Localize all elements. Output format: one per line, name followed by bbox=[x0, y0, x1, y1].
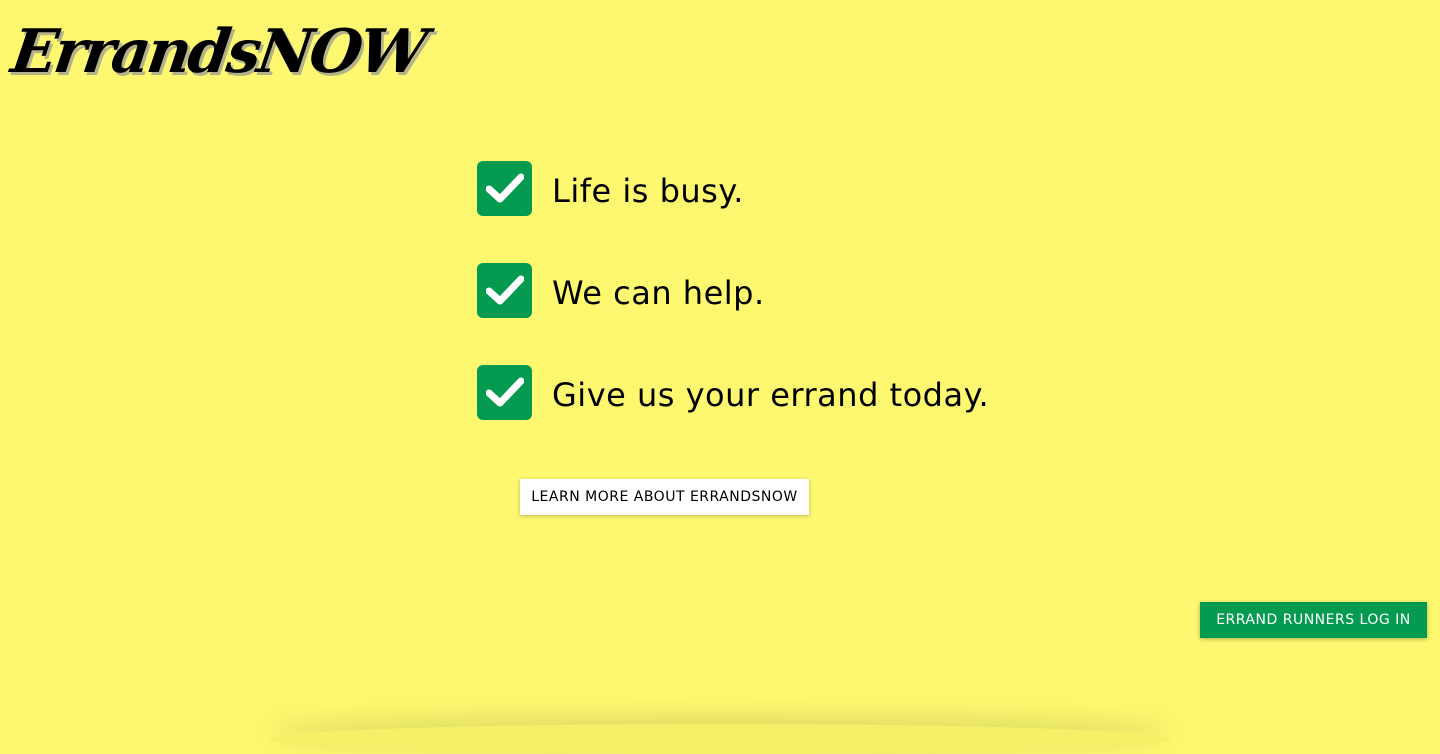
checkmark-icon bbox=[477, 160, 532, 216]
checklist-item: Give us your errand today. bbox=[477, 364, 989, 420]
learn-more-button[interactable]: LEARN MORE ABOUT ERRANDSNOW bbox=[520, 479, 809, 515]
checklist-item: Life is busy. bbox=[477, 160, 989, 216]
bottom-card-edge bbox=[270, 724, 1170, 754]
feature-checklist: Life is busy. We can help. Give us your … bbox=[477, 160, 989, 420]
checklist-item: We can help. bbox=[477, 262, 989, 318]
checklist-item-label: Life is busy. bbox=[552, 172, 744, 210]
checkmark-icon bbox=[477, 364, 532, 420]
checklist-item-label: We can help. bbox=[552, 274, 765, 312]
checklist-item-label: Give us your errand today. bbox=[552, 376, 990, 414]
errand-runners-login-button[interactable]: ERRAND RUNNERS LOG IN bbox=[1200, 602, 1427, 638]
checkmark-icon bbox=[477, 262, 532, 318]
brand-logo: ErrandsNOW bbox=[7, 17, 429, 87]
